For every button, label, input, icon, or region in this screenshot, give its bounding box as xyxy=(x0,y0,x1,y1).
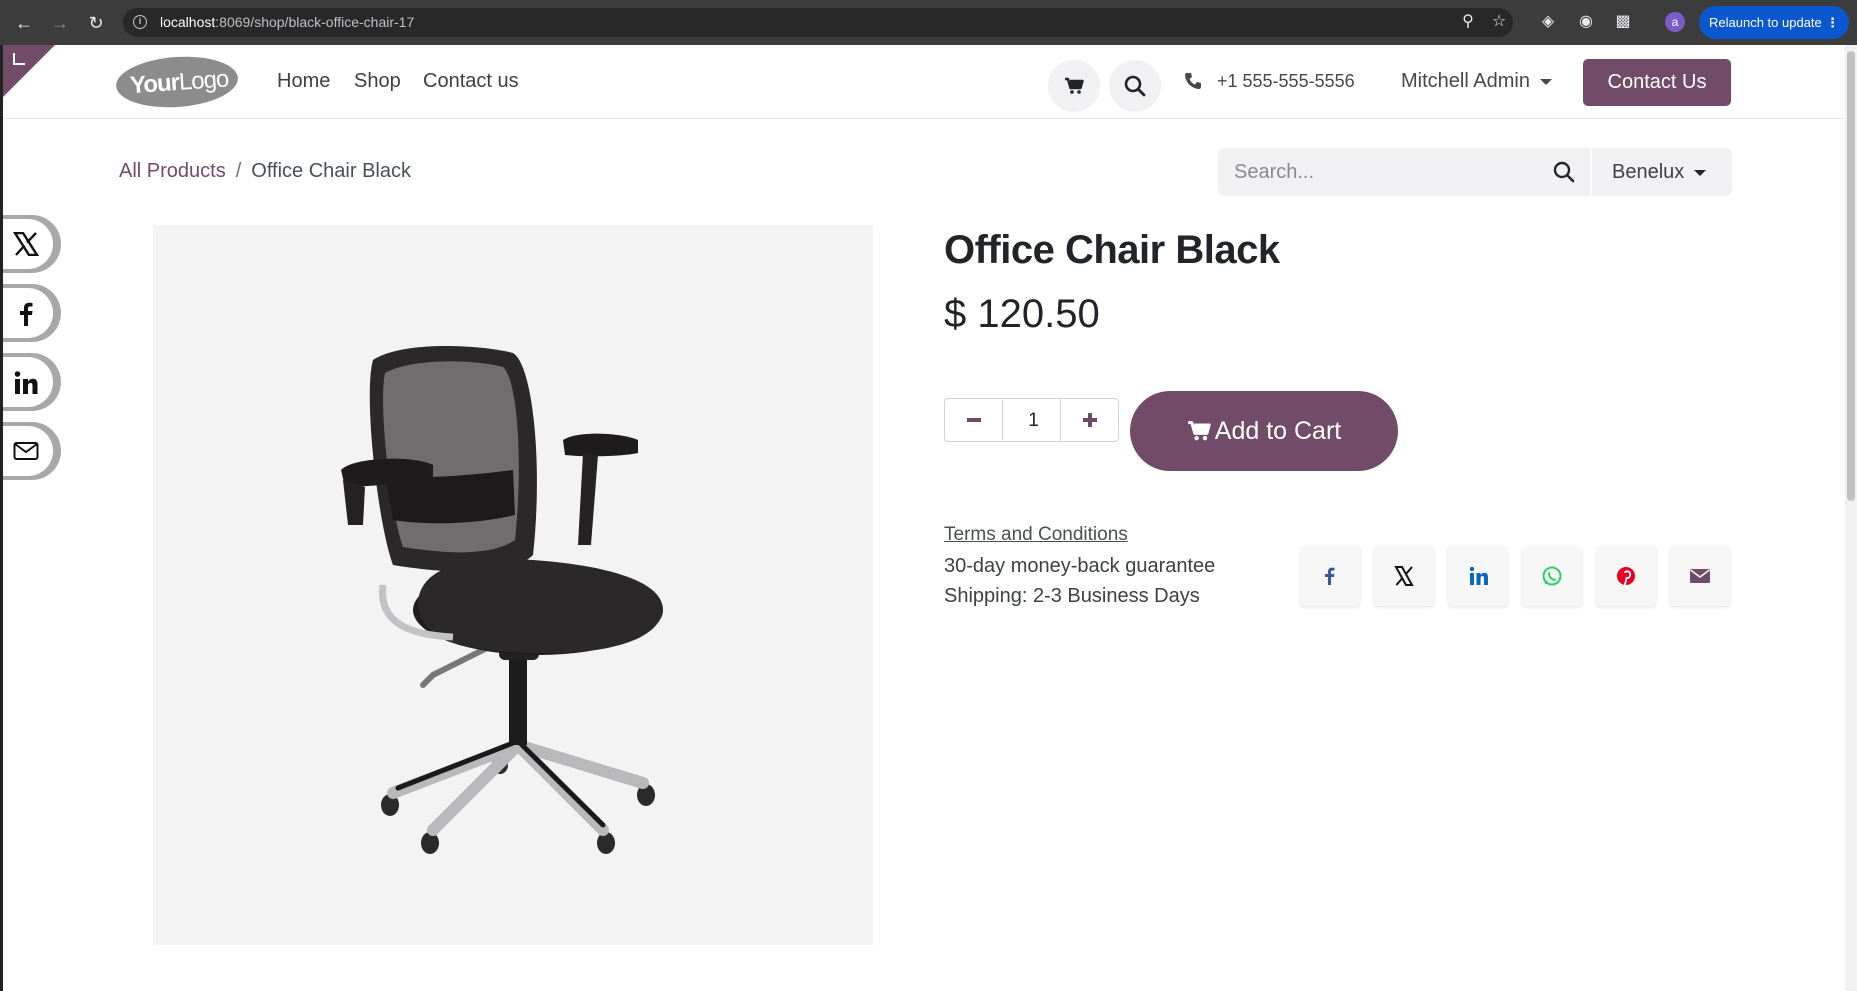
search-submit-button[interactable] xyxy=(1539,148,1589,196)
scrollbar-thumb[interactable] xyxy=(1847,51,1855,501)
logo-text-bold: Your xyxy=(129,68,180,100)
share-email-button[interactable] xyxy=(1670,546,1730,606)
extensions-puzzle-icon[interactable]: ▩ xyxy=(1612,11,1634,33)
extension-icon[interactable]: ◈ xyxy=(1537,11,1559,33)
user-name: Mitchell Admin xyxy=(1401,70,1530,92)
relaunch-button[interactable]: Relaunch to update ⋮ xyxy=(1699,6,1849,39)
share-linkedin-button[interactable] xyxy=(1448,546,1508,606)
address-bar[interactable]: i localhost:8069/shop/black-office-chair… xyxy=(123,8,1513,37)
email-icon xyxy=(1690,569,1710,583)
zoom-icon[interactable]: ⚲ xyxy=(1457,11,1479,33)
quantity-stepper xyxy=(944,398,1119,443)
float-share-facebook[interactable] xyxy=(3,284,61,342)
color-extension-icon[interactable]: ◉ xyxy=(1575,11,1597,33)
menu-dots-icon: ⋮ xyxy=(1826,15,1839,30)
menu-item-home[interactable]: Home xyxy=(277,70,330,93)
user-menu[interactable]: Mitchell Admin xyxy=(1401,70,1552,93)
linkedin-icon xyxy=(1469,566,1488,585)
reload-icon[interactable]: ↻ xyxy=(84,11,108,35)
url-text[interactable]: localhost:8069/shop/black-office-chair-1… xyxy=(160,14,414,30)
office-chair-image xyxy=(341,345,663,854)
terms-link[interactable]: Terms and Conditions xyxy=(944,524,1128,546)
menu-item-shop[interactable]: Shop xyxy=(354,70,401,93)
breadcrumb-separator: / xyxy=(235,160,242,182)
float-share-facebook-bg xyxy=(3,288,53,338)
site-logo[interactable]: YourLogo xyxy=(114,52,240,112)
back-icon[interactable]: ← xyxy=(12,11,36,35)
minus-icon xyxy=(967,418,981,422)
float-share-x-bg xyxy=(3,219,53,269)
share-x-button[interactable] xyxy=(1374,546,1434,606)
pinterest-icon xyxy=(1617,567,1635,586)
cart-icon xyxy=(1187,421,1211,441)
add-to-cart-button[interactable]: Add to Cart xyxy=(1130,391,1398,471)
pricelist-value: Benelux xyxy=(1612,161,1685,183)
profile-avatar[interactable]: a xyxy=(1665,12,1685,32)
product-image[interactable] xyxy=(153,225,873,945)
relaunch-label: Relaunch to update xyxy=(1709,15,1822,30)
product-search xyxy=(1218,148,1590,196)
bookmark-star-icon[interactable]: ☆ xyxy=(1488,11,1510,33)
contact-us-button[interactable]: Contact Us xyxy=(1583,59,1731,106)
product-title: Office Chair Black xyxy=(944,228,1280,272)
plus-icon xyxy=(1088,413,1092,427)
chevron-down-icon xyxy=(1539,78,1552,85)
forward-icon[interactable]: → xyxy=(48,11,72,35)
whatsapp-icon xyxy=(1542,566,1562,586)
share-facebook-button[interactable] xyxy=(1300,546,1360,606)
cart-icon xyxy=(1065,77,1084,94)
share-pinterest-button[interactable] xyxy=(1596,546,1656,606)
quantity-minus-button[interactable] xyxy=(945,399,1003,441)
float-share-email-bg xyxy=(3,426,53,476)
page-scrollbar[interactable] xyxy=(1845,45,1857,991)
product-price: $ 120.50 xyxy=(944,292,1100,336)
search-toggle-button[interactable] xyxy=(1109,60,1161,112)
browser-toolbar: ← → ↻ i localhost:8069/shop/black-office… xyxy=(0,0,1857,45)
shipping-text: Shipping: 2-3 Business Days xyxy=(944,585,1200,607)
quantity-input[interactable] xyxy=(1002,399,1065,443)
url-path: :8069/shop/black-office-chair-17 xyxy=(215,14,415,30)
x-icon xyxy=(1394,566,1414,586)
phone-icon xyxy=(1185,73,1201,89)
float-share-x[interactable] xyxy=(3,215,61,273)
float-share-linkedin[interactable] xyxy=(3,353,61,411)
add-to-cart-label: Add to Cart xyxy=(1214,417,1342,445)
cart-button[interactable] xyxy=(1048,60,1100,112)
facebook-icon xyxy=(20,302,33,326)
logo-text-rest: Logo xyxy=(177,65,230,96)
breadcrumb-all-products[interactable]: All Products xyxy=(119,160,226,182)
logo-text: YourLogo xyxy=(129,65,229,100)
pricelist-dropdown[interactable]: Benelux xyxy=(1592,148,1732,196)
facebook-icon xyxy=(1325,567,1335,585)
email-icon xyxy=(13,442,39,460)
search-icon xyxy=(1553,161,1575,183)
chevron-down-icon xyxy=(1694,169,1707,176)
share-whatsapp-button[interactable] xyxy=(1522,546,1582,606)
search-input[interactable] xyxy=(1232,160,1536,185)
guarantee-text: 30-day money-back guarantee xyxy=(944,555,1216,577)
search-icon xyxy=(1124,75,1146,97)
float-share-linkedin-bg xyxy=(3,357,53,407)
phone-number[interactable]: +1 555-555-5556 xyxy=(1217,71,1355,92)
breadcrumb: All Products / Office Chair Black xyxy=(119,160,411,183)
breadcrumb-current: Office Chair Black xyxy=(251,160,411,182)
linkedin-icon xyxy=(14,371,38,394)
web-page: YourLogo Home Shop Contact us +1 555-555… xyxy=(0,45,1845,991)
x-icon xyxy=(13,232,39,256)
site-header: YourLogo Home Shop Contact us +1 555-555… xyxy=(3,45,1845,119)
site-info-icon[interactable]: i xyxy=(133,15,147,29)
quantity-plus-button[interactable] xyxy=(1060,399,1118,441)
float-share-email[interactable] xyxy=(3,422,61,480)
url-host: localhost xyxy=(160,14,216,30)
menu-item-contact[interactable]: Contact us xyxy=(423,70,519,93)
